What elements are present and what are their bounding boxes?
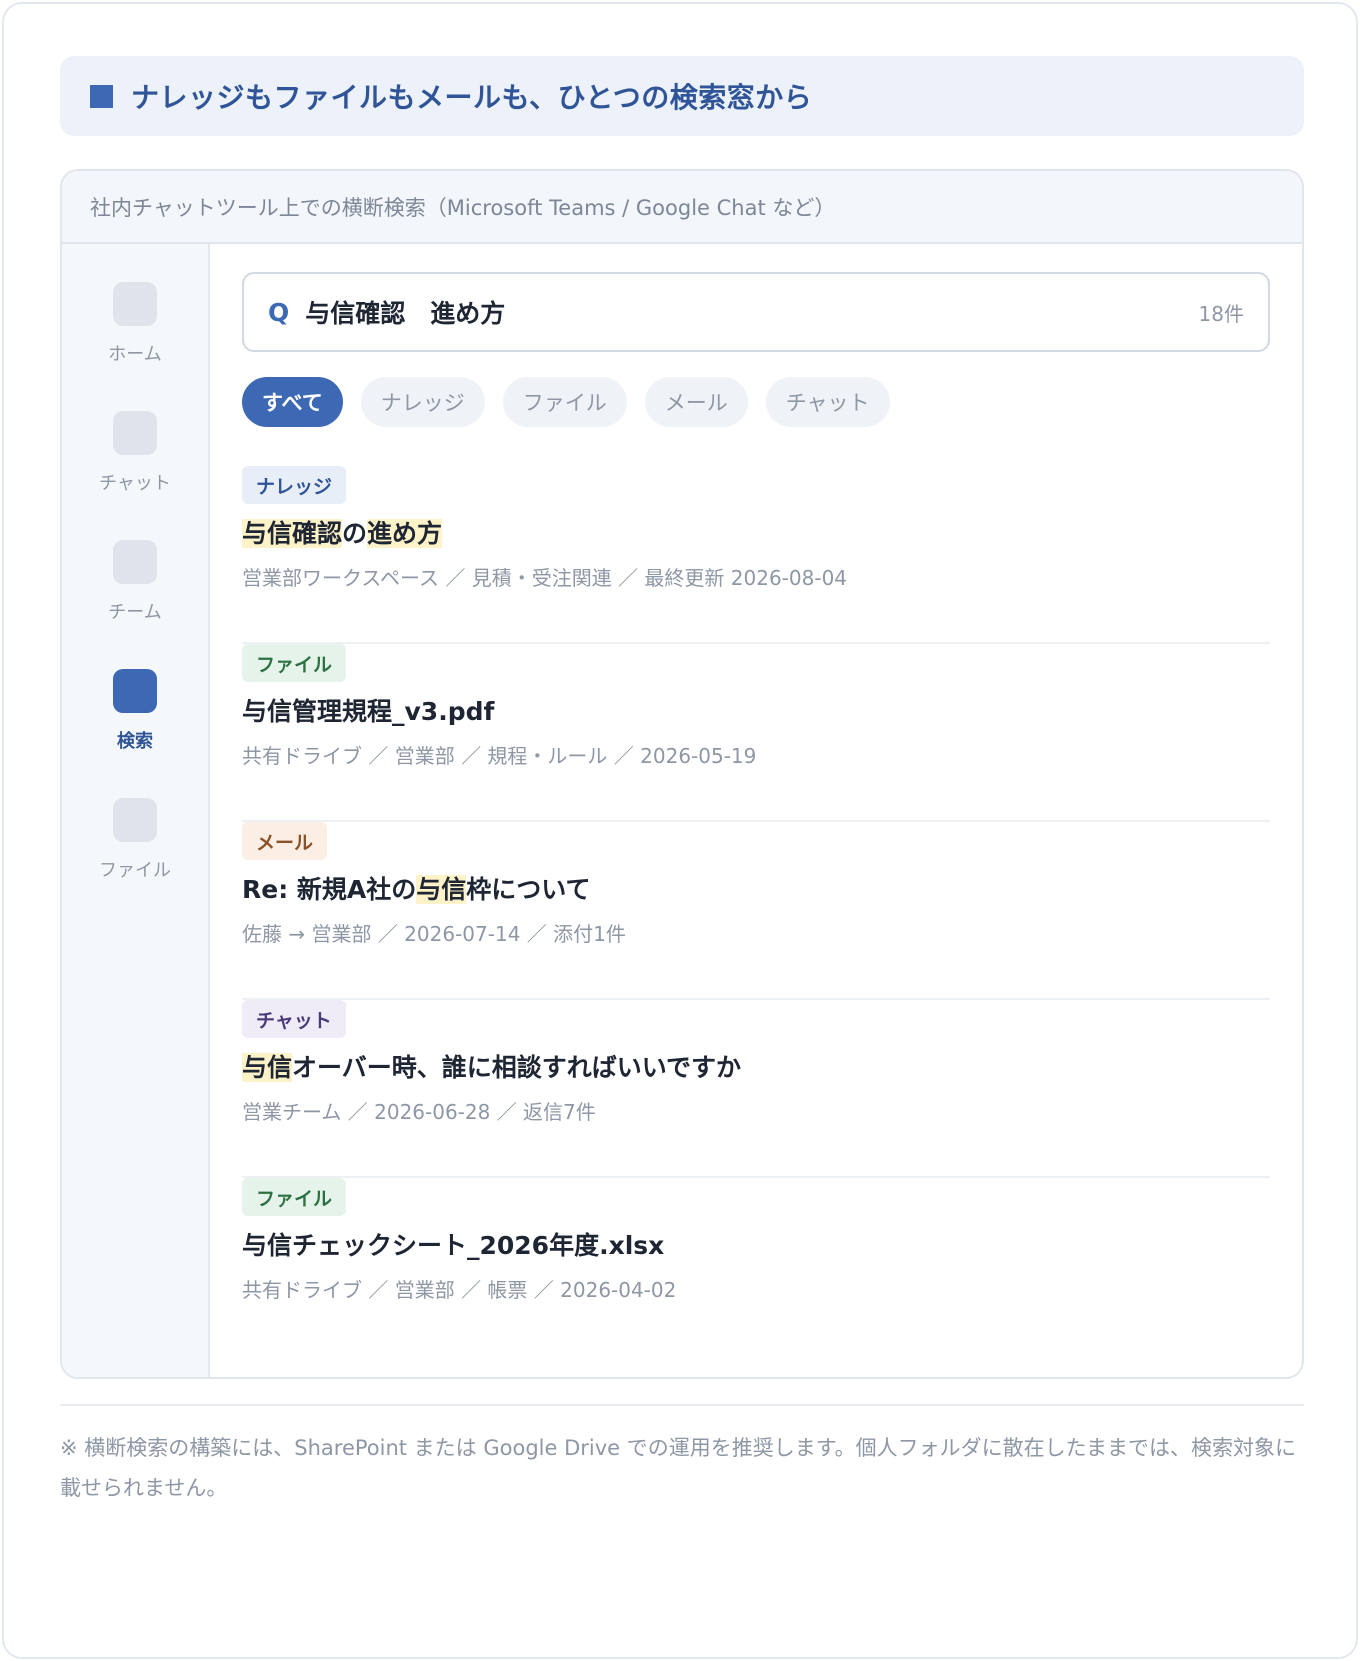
chat-app-window: 社内チャットツール上での横断検索（Microsoft Teams / Googl… [60, 169, 1304, 1379]
result-count: 18件 [1198, 301, 1244, 326]
sidebar: ホーム チャット チーム 検索 ファイル [62, 244, 210, 1377]
window-body: ホーム チャット チーム 検索 ファイル Q 与信確認 進め方 18件 すべて … [62, 244, 1302, 1377]
result-title[interactable]: 与信確認の進め方 [242, 514, 443, 550]
result-item[interactable]: ナレッジ与信確認の進め方営業部ワークスペース ／ 見積・受注関連 ／ 最終更新 … [242, 466, 1270, 644]
result-item[interactable]: チャット与信オーバー時、誰に相談すればいいですか営業チーム ／ 2026-06-… [242, 1000, 1270, 1178]
filter-chip-knowledge[interactable]: ナレッジ [360, 377, 485, 427]
search-input[interactable]: Q 与信確認 進め方 18件 [242, 272, 1270, 352]
filter-chips: すべて ナレッジ ファイル メール チャット [242, 377, 890, 427]
result-type-tag: ファイル [242, 1178, 347, 1216]
result-meta: 営業部ワークスペース ／ 見積・受注関連 ／ 最終更新 2026-08-04 [242, 566, 848, 590]
sidebar-item-label: チーム [108, 602, 162, 623]
result-type-tag: メール [242, 822, 328, 860]
highlighted-term: 与信 [416, 875, 467, 904]
sidebar-item-label: 検索 [117, 731, 153, 752]
filter-chip-file[interactable]: ファイル [502, 377, 627, 427]
sidebar-item-label: ファイル [99, 860, 171, 881]
sidebar-item-home[interactable]: ホーム [62, 282, 208, 366]
sidebar-item-label: ホーム [108, 344, 162, 365]
title-text: 与信管理規程_v3.pdf [242, 697, 495, 726]
result-meta: 営業チーム ／ 2026-06-28 ／ 返信7件 [242, 1100, 596, 1124]
title-text: オーバー時、誰に相談すればいいですか [292, 1053, 742, 1082]
heading-title: ナレッジもファイルもメールも、ひとつの検索窓から [131, 81, 813, 114]
sidebar-item-team[interactable]: チーム [62, 540, 208, 624]
highlighted-term: 与信 [242, 1053, 293, 1082]
filter-chip-mail[interactable]: メール [644, 377, 748, 427]
chat-icon [113, 411, 157, 455]
highlighted-term: 進め方 [367, 519, 443, 548]
result-item[interactable]: ファイル与信チェックシート_2026年度.xlsx 共有ドライブ ／ 営業部 ／ … [242, 1178, 1270, 1356]
result-type-tag: ナレッジ [242, 466, 347, 504]
result-meta: 共有ドライブ ／ 営業部 ／ 帳票 ／ 2026-04-02 [242, 1278, 677, 1302]
footnote: ※ 横断検索の構築には、SharePoint または Google Drive … [60, 1436, 1297, 1500]
title-text: 枠について [466, 875, 591, 904]
result-title[interactable]: 与信チェックシート_2026年度.xlsx [242, 1226, 664, 1262]
result-title[interactable]: Re: 新規A社の与信枠について [242, 870, 591, 906]
result-title[interactable]: 与信管理規程_v3.pdf [242, 692, 494, 728]
team-icon [113, 540, 157, 584]
result-list: ナレッジ与信確認の進め方営業部ワークスペース ／ 見積・受注関連 ／ 最終更新 … [242, 466, 1270, 1356]
result-title[interactable]: 与信オーバー時、誰に相談すればいいですか [242, 1048, 741, 1084]
sidebar-item-search[interactable]: 検索 [62, 669, 208, 753]
filter-chip-all[interactable]: すべて [242, 377, 343, 427]
title-text: の [342, 519, 368, 548]
result-meta: 佐藤 → 営業部 ／ 2026-07-14 ／ 添付1件 [242, 922, 626, 946]
search-q-icon: Q [268, 297, 290, 327]
title-text: Re: 新規A社の [242, 875, 417, 904]
highlighted-term: 与信確認 [242, 519, 343, 548]
filter-chip-chat[interactable]: チャット [765, 377, 890, 427]
sidebar-item-file[interactable]: ファイル [62, 798, 208, 882]
home-icon [113, 282, 157, 326]
page-card: ナレッジもファイルもメールも、ひとつの検索窓から 社内チャットツール上での横断検… [2, 2, 1358, 1659]
square-bullet-icon [90, 84, 113, 108]
search-icon [113, 669, 157, 713]
result-type-tag: ファイル [242, 644, 347, 682]
divider [60, 1404, 1304, 1406]
file-icon [113, 798, 157, 842]
result-meta: 共有ドライブ ／ 営業部 ／ 規程・ルール ／ 2026-05-19 [242, 744, 757, 768]
result-item[interactable]: メール Re: 新規A社の与信枠について佐藤 → 営業部 ／ 2026-07-14… [242, 822, 1270, 1000]
search-query: 与信確認 進め方 [305, 299, 506, 328]
result-type-tag: チャット [242, 1000, 346, 1038]
section-heading: ナレッジもファイルもメールも、ひとつの検索窓から [60, 56, 1304, 136]
sidebar-item-chat[interactable]: チャット [62, 411, 208, 495]
window-header: 社内チャットツール上での横断検索（Microsoft Teams / Googl… [62, 171, 1302, 244]
sidebar-item-label: チャット [99, 473, 171, 494]
search-panel: Q 与信確認 進め方 18件 すべて ナレッジ ファイル メール チャット ナレ… [210, 244, 1302, 1377]
result-item[interactable]: ファイル与信管理規程_v3.pdf 共有ドライブ ／ 営業部 ／ 規程・ルール ／… [242, 644, 1270, 822]
title-text: 与信チェックシート_2026年度.xlsx [242, 1231, 665, 1260]
